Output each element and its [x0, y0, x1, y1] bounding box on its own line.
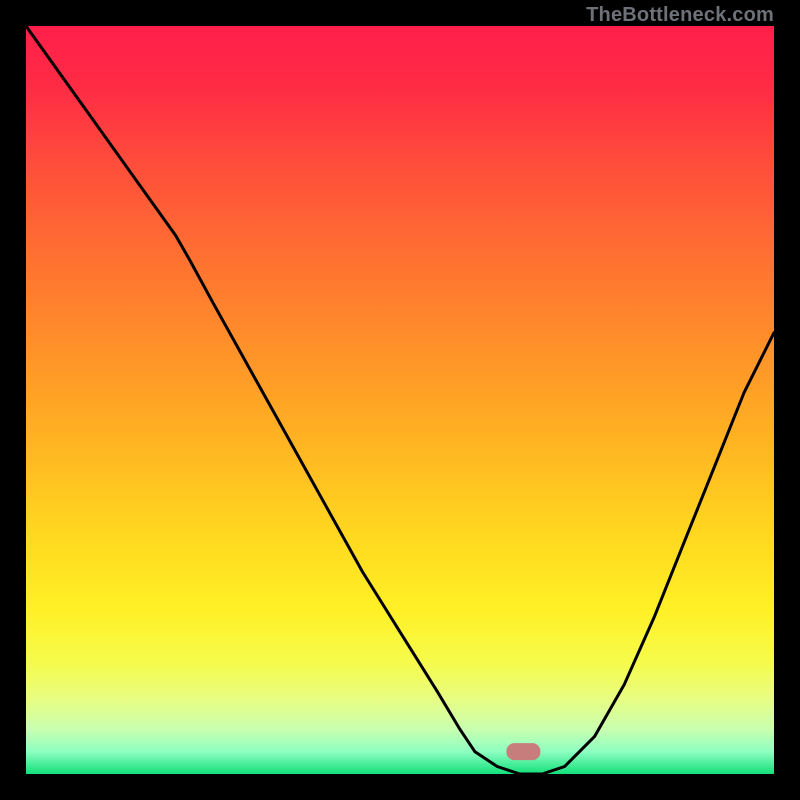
- chart-frame: { "watermark": "TheBottleneck.com", "gra…: [0, 0, 800, 800]
- bottleneck-curve: [26, 26, 774, 774]
- optimal-marker: [506, 743, 540, 760]
- plot-area: [26, 26, 774, 774]
- watermark-text: TheBottleneck.com: [586, 4, 774, 27]
